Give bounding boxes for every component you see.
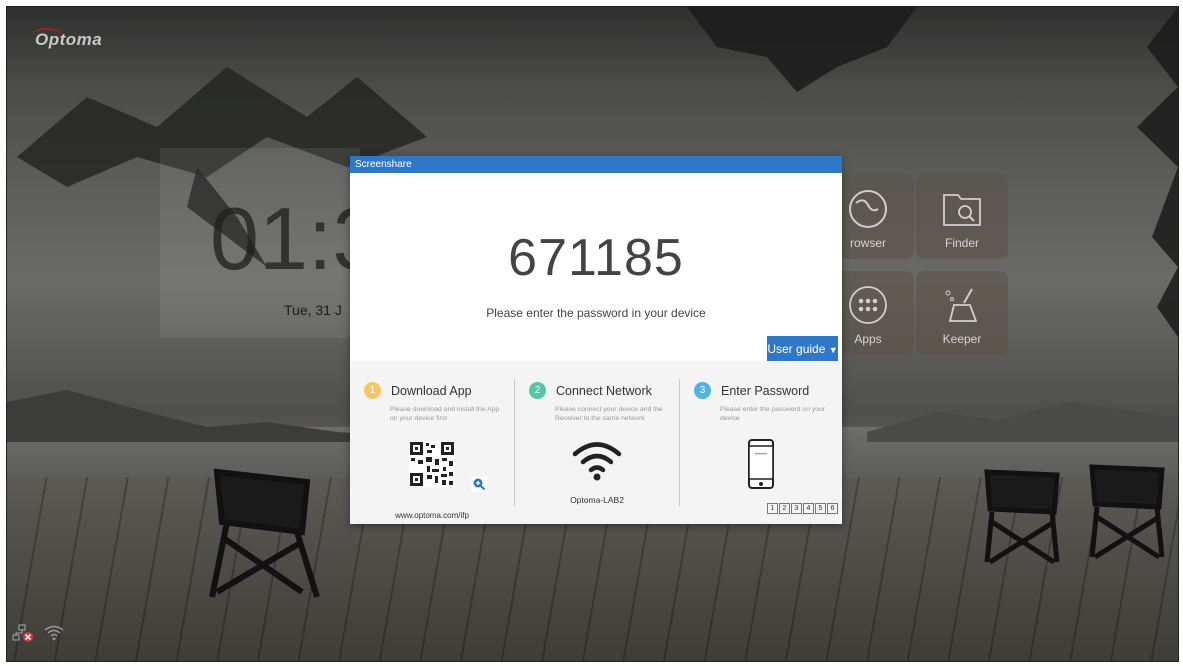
- chair-left: [209, 468, 320, 598]
- pine-tree-top: [687, 7, 917, 92]
- digit-box: 5: [815, 503, 826, 514]
- caret-down-icon: ▼: [828, 345, 838, 355]
- step-title: Enter Password: [721, 383, 810, 398]
- digit-box: 6: [827, 503, 838, 514]
- qr-code-icon: [409, 441, 455, 487]
- step-download-app: 1 Download App Please download and insta…: [350, 361, 514, 524]
- download-url: www.optoma.com/ifp: [395, 511, 469, 520]
- clock-date: Tue, 31 J: [284, 302, 342, 318]
- chair-right-1: [984, 469, 1060, 565]
- broom-icon: [945, 288, 978, 322]
- dialog-title: Screenshare: [350, 156, 842, 173]
- step-number: 3: [694, 382, 711, 399]
- digit-box: 3: [791, 503, 802, 514]
- apps-grid-icon: [849, 286, 887, 324]
- status-bar: [12, 624, 64, 642]
- wifi-icon[interactable]: [44, 625, 64, 641]
- wifi-icon: [572, 442, 622, 481]
- zoom-in-icon[interactable]: [471, 476, 487, 492]
- password-hint: Please enter the password in your device: [486, 306, 706, 320]
- step-connect-network: 2 Connect Network Please connect your de…: [515, 361, 679, 524]
- digit-box: 4: [803, 503, 814, 514]
- network-name: Optoma-LAB2: [570, 495, 624, 505]
- globe-icon: [849, 190, 887, 228]
- optoma-logo: Optoma: [35, 30, 103, 49]
- step-description: Please connect your device and the Recei…: [555, 406, 663, 422]
- pairing-code: 671185: [508, 229, 684, 287]
- tile-label: Keeper: [942, 332, 982, 346]
- step-description: Please download and install the App on y…: [390, 406, 500, 422]
- screenshare-dialog: Screenshare 671185 Please enter the pass…: [350, 156, 842, 524]
- digit-box: 2: [779, 503, 790, 514]
- phone-icon: ••••••: [748, 439, 774, 489]
- step-number: 2: [529, 382, 546, 399]
- phone-screen-dots: ••••••: [755, 452, 768, 458]
- tile-keeper[interactable]: Keeper: [916, 271, 1008, 355]
- pine-tree-right: [1137, 7, 1178, 337]
- step-title: Download App: [391, 383, 472, 398]
- chair-right-2: [1089, 464, 1165, 560]
- ethernet-disconnected-icon[interactable]: [12, 624, 34, 642]
- steps-panel: 1 Download App Please download and insta…: [350, 361, 842, 524]
- step-number: 1: [364, 382, 381, 399]
- tile-label: Finder: [944, 236, 979, 250]
- user-guide-button[interactable]: User guide ▼: [767, 336, 838, 362]
- step-description: Please enter the password on your device: [720, 406, 826, 422]
- step-title: Connect Network: [556, 383, 652, 398]
- user-guide-label: User guide: [767, 342, 826, 356]
- digit-box: 1: [767, 503, 778, 514]
- folder-search-icon: [943, 194, 981, 226]
- step-enter-password: 3 Enter Password Please enter the passwo…: [680, 361, 844, 524]
- password-digit-boxes: 1 2 3 4 5 6: [767, 503, 839, 514]
- tile-finder[interactable]: Finder: [916, 175, 1008, 259]
